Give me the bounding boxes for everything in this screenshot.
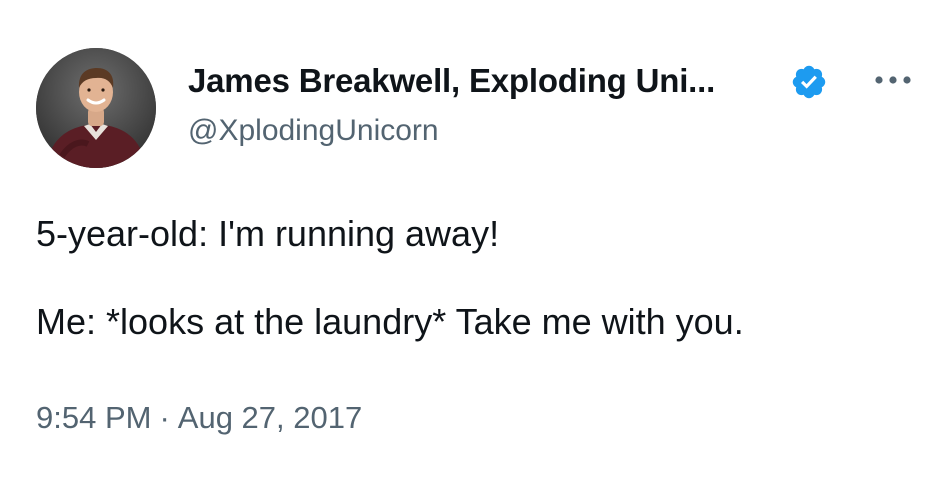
tweet-date: Aug 27, 2017 — [177, 400, 363, 435]
timestamp-separator: · — [159, 400, 170, 435]
author-handle[interactable]: @XplodingUnicorn — [188, 114, 439, 148]
more-options-button[interactable] — [868, 62, 918, 98]
tweet-timestamp[interactable]: 9:54 PM · Aug 27, 2017 — [36, 400, 362, 436]
tweet-text: 5-year-old: I'm running away! Me: *looks… — [36, 210, 916, 346]
more-horizontal-icon — [875, 76, 911, 84]
profile-photo-icon — [36, 48, 156, 168]
tweet-text-line: 5-year-old: I'm running away! — [36, 213, 500, 254]
tweet-text-line: Me: *looks at the laundry* Take me with … — [36, 301, 744, 342]
tweet-card: James Breakwell, Exploding Uni... @Xplod… — [0, 0, 940, 483]
avatar[interactable] — [36, 48, 156, 168]
author-display-name[interactable]: James Breakwell, Exploding Uni... — [188, 62, 715, 100]
tweet-time: 9:54 PM — [36, 400, 152, 435]
verified-badge-icon[interactable] — [790, 63, 828, 101]
